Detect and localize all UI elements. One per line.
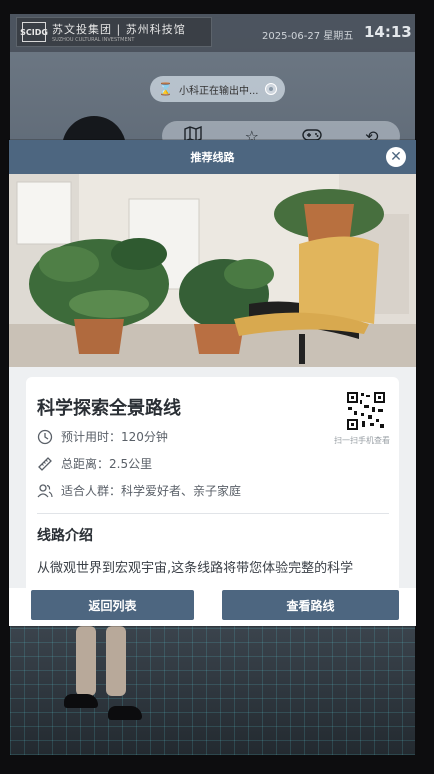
modal-title: 推荐线路: [190, 151, 235, 164]
hourglass-icon: ⌛: [158, 82, 173, 96]
view-route-button[interactable]: 查看路线: [222, 590, 399, 620]
assistant-status: ⌛ 小科正在输出中...: [150, 76, 285, 102]
close-icon[interactable]: ✕: [386, 147, 406, 167]
top-bar: SCIDG 苏文投集团 | 苏州科技馆 SUZHOU CULTURAL INVE…: [10, 14, 415, 52]
duration-row: 预计用时：120分钟: [37, 428, 168, 445]
intro-heading: 线路介绍: [37, 528, 93, 544]
date-label: 2025-06-27 星期五: [262, 31, 354, 42]
time-label: 14:13: [364, 23, 412, 41]
logo-subtext: SUZHOU CULTURAL INVESTMENT: [52, 37, 135, 43]
status-text: 小科正在输出中...: [178, 85, 259, 97]
divider: [37, 513, 389, 514]
distance-row: 总距离：2.5公里: [37, 455, 152, 472]
clock-icon: [37, 429, 53, 444]
avatar-legs: [56, 626, 156, 736]
logo-mark: SCIDG: [20, 22, 48, 42]
audience-row: 适合人群：科学爱好者、亲子家庭: [37, 482, 241, 499]
logo-text: 苏文投集团 | 苏州科技馆: [52, 23, 186, 36]
duration-text: 预计用时：120分钟: [61, 430, 168, 444]
back-to-list-button[interactable]: 返回列表: [31, 590, 194, 620]
route-card: 科学探索全景路线 扫一扫手机查看 预计用时：120分钟 总距离：2.5公里 适合…: [26, 377, 399, 588]
users-icon: [37, 483, 53, 497]
modal-footer: 返回列表 查看路线: [9, 588, 416, 626]
modal-header: 推荐线路 ✕: [9, 140, 416, 174]
qr-code: [346, 391, 386, 431]
route-modal: 推荐线路 ✕ 科学探索全景路线 扫一扫手机查看 预计用时：120分钟 总距离：2…: [9, 140, 416, 626]
distance-text: 总距离：2.5公里: [61, 457, 153, 471]
intro-text: 从微观世界到宏观宇宙,这条线路将带您体验完整的科学: [37, 561, 354, 576]
brand-logo: SCIDG 苏文投集团 | 苏州科技馆 SUZHOU CULTURAL INVE…: [16, 17, 212, 47]
route-hero-image: [9, 174, 416, 367]
ruler-icon: [38, 456, 52, 471]
route-title: 科学探索全景路线: [37, 398, 181, 419]
record-icon[interactable]: [265, 83, 277, 95]
route-info-area: 科学探索全景路线 扫一扫手机查看 预计用时：120分钟 总距离：2.5公里 适合…: [9, 367, 416, 588]
qr-caption: 扫一扫手机查看: [334, 436, 390, 445]
audience-text: 适合人群：科学爱好者、亲子家庭: [61, 484, 242, 498]
